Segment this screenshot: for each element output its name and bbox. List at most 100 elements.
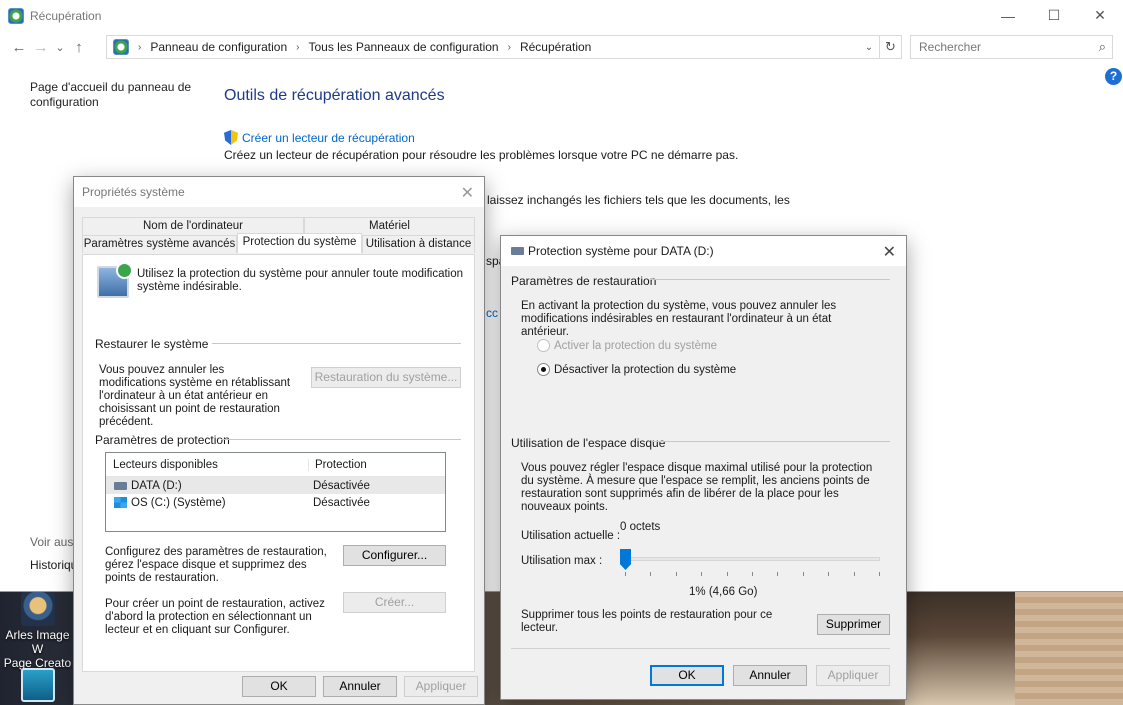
cancel-button[interactable]: Annuler xyxy=(733,665,807,686)
current-usage-value: 0 octets xyxy=(620,521,661,533)
column-header-protection[interactable]: Protection xyxy=(309,459,367,471)
disable-protection-radio[interactable]: Désactiver la protection du système xyxy=(537,363,736,376)
desktop-icon-label-1: Arles Image W xyxy=(5,628,70,656)
close-icon[interactable]: ✕ xyxy=(461,183,474,203)
title-bar: Récupération — ☐ ✕ xyxy=(0,0,1123,31)
apply-button[interactable]: Appliquer xyxy=(404,676,478,697)
create-point-text: Pour créer un point de restauration, act… xyxy=(105,598,325,636)
dialog-title-bar: Propriétés système ✕ xyxy=(74,177,484,207)
drives-list[interactable]: Lecteurs disponibles Protection DATA (D:… xyxy=(105,452,446,532)
ok-button[interactable]: OK xyxy=(242,676,316,697)
restore-group-label: Restaurer le système xyxy=(95,337,209,351)
disk-usage-label: Utilisation de l'espace disque xyxy=(511,436,666,450)
minimize-button[interactable]: — xyxy=(985,0,1031,31)
forward-arrow-icon[interactable]: → xyxy=(30,36,52,58)
page-title: Outils de récupération avancés xyxy=(224,87,445,104)
breadcrumb-separator-icon: › xyxy=(507,41,511,53)
maximize-button[interactable]: ☐ xyxy=(1031,0,1077,31)
group-divider xyxy=(212,343,461,344)
breadcrumb-separator-icon: › xyxy=(138,41,142,53)
uac-shield-icon xyxy=(224,130,238,145)
drive-name: OS (C:) (Système) xyxy=(131,496,226,509)
system-protection-icon xyxy=(97,262,133,298)
apply-button[interactable]: Appliquer xyxy=(816,665,890,686)
close-button[interactable]: ✕ xyxy=(1077,0,1123,31)
group-divider xyxy=(221,439,461,440)
delete-points-text: Supprimer tous les points de restauratio… xyxy=(521,609,773,634)
configure-button[interactable]: Configurer... xyxy=(343,545,446,566)
app-icon xyxy=(20,668,55,702)
address-bar[interactable]: › Panneau de configuration › Tous les Pa… xyxy=(106,35,880,59)
system-restore-button[interactable]: Restauration du système... xyxy=(311,367,461,388)
create-button[interactable]: Créer... xyxy=(343,592,446,613)
dialog-title: Protection système pour DATA (D:) xyxy=(528,244,714,258)
delete-button[interactable]: Supprimer xyxy=(817,614,890,635)
disk-usage-text: Vous pouvez régler l'espace disque maxim… xyxy=(521,462,873,513)
partial-link-b[interactable]: cc xyxy=(486,306,498,320)
column-header-drives[interactable]: Lecteurs disponibles xyxy=(106,458,309,471)
restore-text: Vous pouvez annuler les modifications sy… xyxy=(99,364,291,428)
radio-circle xyxy=(537,339,550,352)
desktop-icon-app2[interactable] xyxy=(0,668,75,704)
create-recovery-drive-description: Créez un lecteur de récupération pour ré… xyxy=(224,148,739,162)
cancel-button[interactable]: Annuler xyxy=(323,676,397,697)
radio-circle-selected xyxy=(537,363,550,376)
restore-settings-text: En activant la protection du système, vo… xyxy=(521,300,837,338)
max-usage-label: Utilisation max : xyxy=(521,555,603,567)
drive-icon xyxy=(114,481,127,490)
disable-protection-label: Désactiver la protection du système xyxy=(554,363,737,376)
drives-list-header: Lecteurs disponibles Protection xyxy=(106,453,445,477)
max-usage-slider-track[interactable] xyxy=(625,557,880,561)
refresh-icon[interactable]: ↻ xyxy=(880,35,902,59)
tab-system-protection[interactable]: Protection du système xyxy=(237,233,362,253)
close-icon[interactable]: ✕ xyxy=(883,242,896,262)
protection-settings-label: Paramètres de protection xyxy=(95,433,230,447)
max-usage-value: 1% (4,66 Go) xyxy=(689,586,758,598)
drive-name: DATA (D:) xyxy=(131,479,182,492)
create-recovery-drive-link[interactable]: Créer un lecteur de récupération xyxy=(242,131,415,145)
search-icon[interactable]: ⌕ xyxy=(1099,39,1106,55)
drive-icon xyxy=(511,247,524,255)
back-arrow-icon[interactable]: ← xyxy=(8,36,30,58)
recent-locations-chevron-icon[interactable]: ⌄ xyxy=(52,36,68,58)
search-placeholder: Rechercher xyxy=(919,40,982,54)
address-control-panel-icon xyxy=(113,39,129,55)
address-dropdown-icon[interactable]: ⌄ xyxy=(859,36,879,58)
arles-app-icon xyxy=(20,592,55,626)
system-properties-dialog: Propriétés système ✕ Nom de l'ordinateur… xyxy=(73,176,485,705)
breadcrumb-recovery[interactable]: Récupération xyxy=(520,40,591,54)
navigation-bar: ← → ⌄ ↑ › Panneau de configuration › Tou… xyxy=(0,31,1123,63)
current-usage-label: Utilisation actuelle : xyxy=(521,530,621,542)
breadcrumb-control-panel[interactable]: Panneau de configuration xyxy=(150,40,287,54)
desktop-icon-arles[interactable]: Arles Image W Page Creato xyxy=(0,592,75,670)
configure-text: Configurez des paramètres de restauratio… xyxy=(105,546,327,584)
window-title: Récupération xyxy=(30,8,102,23)
breadcrumb-all-panels[interactable]: Tous les Panneaux de configuration xyxy=(308,40,498,54)
search-input[interactable]: Rechercher ⌕ xyxy=(910,35,1113,59)
help-icon[interactable]: ? xyxy=(1105,68,1122,85)
dialog-title-bar: Protection système pour DATA (D:) ✕ xyxy=(501,236,906,266)
drive-protection-status: Désactivée xyxy=(313,479,370,492)
group-divider xyxy=(653,441,890,442)
drive-row-os[interactable]: OS (C:) (Système) Désactivée xyxy=(106,494,445,511)
ok-button[interactable]: OK xyxy=(650,665,724,686)
enable-protection-radio[interactable]: Activer la protection du système xyxy=(537,339,717,352)
control-panel-icon xyxy=(8,7,24,24)
tab-advanced-settings[interactable]: Paramètres système avancés xyxy=(82,235,237,253)
protection-intro-text: Utilisez la protection du système pour a… xyxy=(137,268,464,293)
reset-description-partial: laissez inchangés les fichiers tels que … xyxy=(487,193,790,207)
footer-divider xyxy=(511,648,890,649)
up-arrow-icon[interactable]: ↑ xyxy=(68,36,90,58)
tab-remote[interactable]: Utilisation à distance xyxy=(362,235,475,253)
slider-ticks xyxy=(625,572,880,576)
enable-protection-label: Activer la protection du système xyxy=(554,339,717,352)
windows-drive-icon xyxy=(114,497,127,508)
restore-settings-label: Paramètres de restauration xyxy=(511,274,657,288)
wallpaper-photo-detail xyxy=(1015,590,1123,705)
drive-protection-status: Désactivée xyxy=(313,496,370,509)
drive-row-data[interactable]: DATA (D:) Désactivée xyxy=(106,477,445,494)
group-divider xyxy=(650,279,890,280)
control-panel-home-link[interactable]: Page d'accueil du panneau de configurati… xyxy=(30,80,210,110)
breadcrumb-separator-icon: › xyxy=(296,41,300,53)
dialog-title: Propriétés système xyxy=(82,185,185,199)
